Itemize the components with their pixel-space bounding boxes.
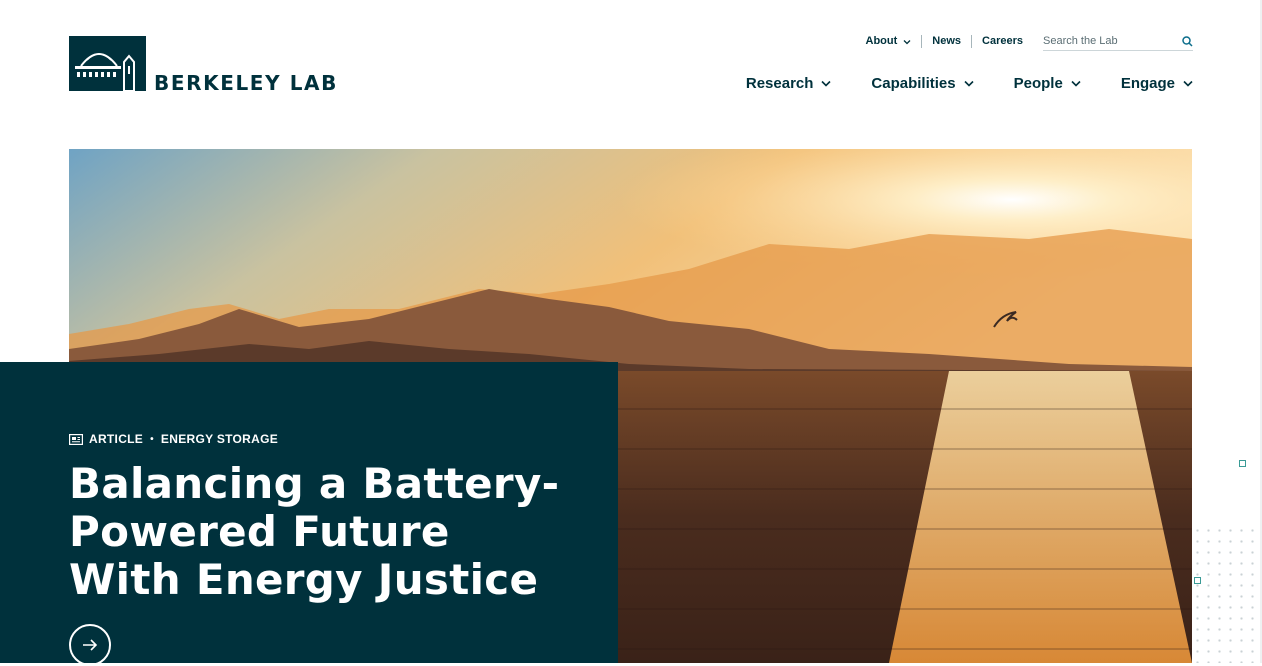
article-type: ARTICLE xyxy=(89,432,144,446)
main-nav: Research Capabilities People Engage xyxy=(706,75,1193,92)
util-nav-label: News xyxy=(932,35,962,47)
chevron-down-icon xyxy=(821,80,831,87)
chevron-down-icon xyxy=(964,80,974,87)
main-nav-label: Capabilities xyxy=(871,75,956,92)
article-topic[interactable]: ENERGY STORAGE xyxy=(161,432,278,446)
brand-name: BERKELEY LAB xyxy=(154,71,338,95)
main-nav-label: Research xyxy=(745,75,814,92)
util-nav-label: Careers xyxy=(982,35,1023,47)
util-nav-label: About xyxy=(865,35,898,47)
decorative-square xyxy=(1194,577,1201,584)
article-meta: ARTICLE • ENERGY STORAGE xyxy=(69,432,278,446)
util-nav-about[interactable]: About xyxy=(856,35,922,48)
main-nav-engage[interactable]: Engage xyxy=(1121,75,1193,92)
chevron-down-icon xyxy=(1071,80,1081,87)
main-nav-label: People xyxy=(1013,75,1063,92)
main-nav-people[interactable]: People xyxy=(1014,75,1081,92)
read-more-button[interactable] xyxy=(69,624,111,666)
chevron-down-icon xyxy=(903,39,911,44)
featured-article-card: ARTICLE • ENERGY STORAGE Balancing a Bat… xyxy=(0,362,618,666)
search-input[interactable] xyxy=(1043,35,1168,47)
util-nav-careers[interactable]: Careers xyxy=(971,35,1033,48)
newspaper-icon xyxy=(69,433,83,445)
main-nav-research[interactable]: Research xyxy=(746,75,832,92)
meta-separator: • xyxy=(150,433,154,445)
berkeley-lab-logo xyxy=(69,36,146,91)
decorative-square xyxy=(1239,460,1246,467)
main-nav-label: Engage xyxy=(1120,75,1175,92)
brand-logo[interactable]: BERKELEY LAB xyxy=(69,36,338,95)
search-box xyxy=(1043,32,1193,51)
utility-nav: About News Careers xyxy=(856,32,1193,51)
main-nav-capabilities[interactable]: Capabilities xyxy=(871,75,974,92)
util-nav-news[interactable]: News xyxy=(921,35,971,48)
article-headline[interactable]: Balancing a Battery-Powered Future With … xyxy=(69,460,569,604)
chevron-down-icon xyxy=(1183,80,1193,87)
arrow-right-icon xyxy=(83,639,98,651)
decorative-dot-grid xyxy=(1192,525,1262,663)
search-icon[interactable] xyxy=(1182,35,1193,47)
